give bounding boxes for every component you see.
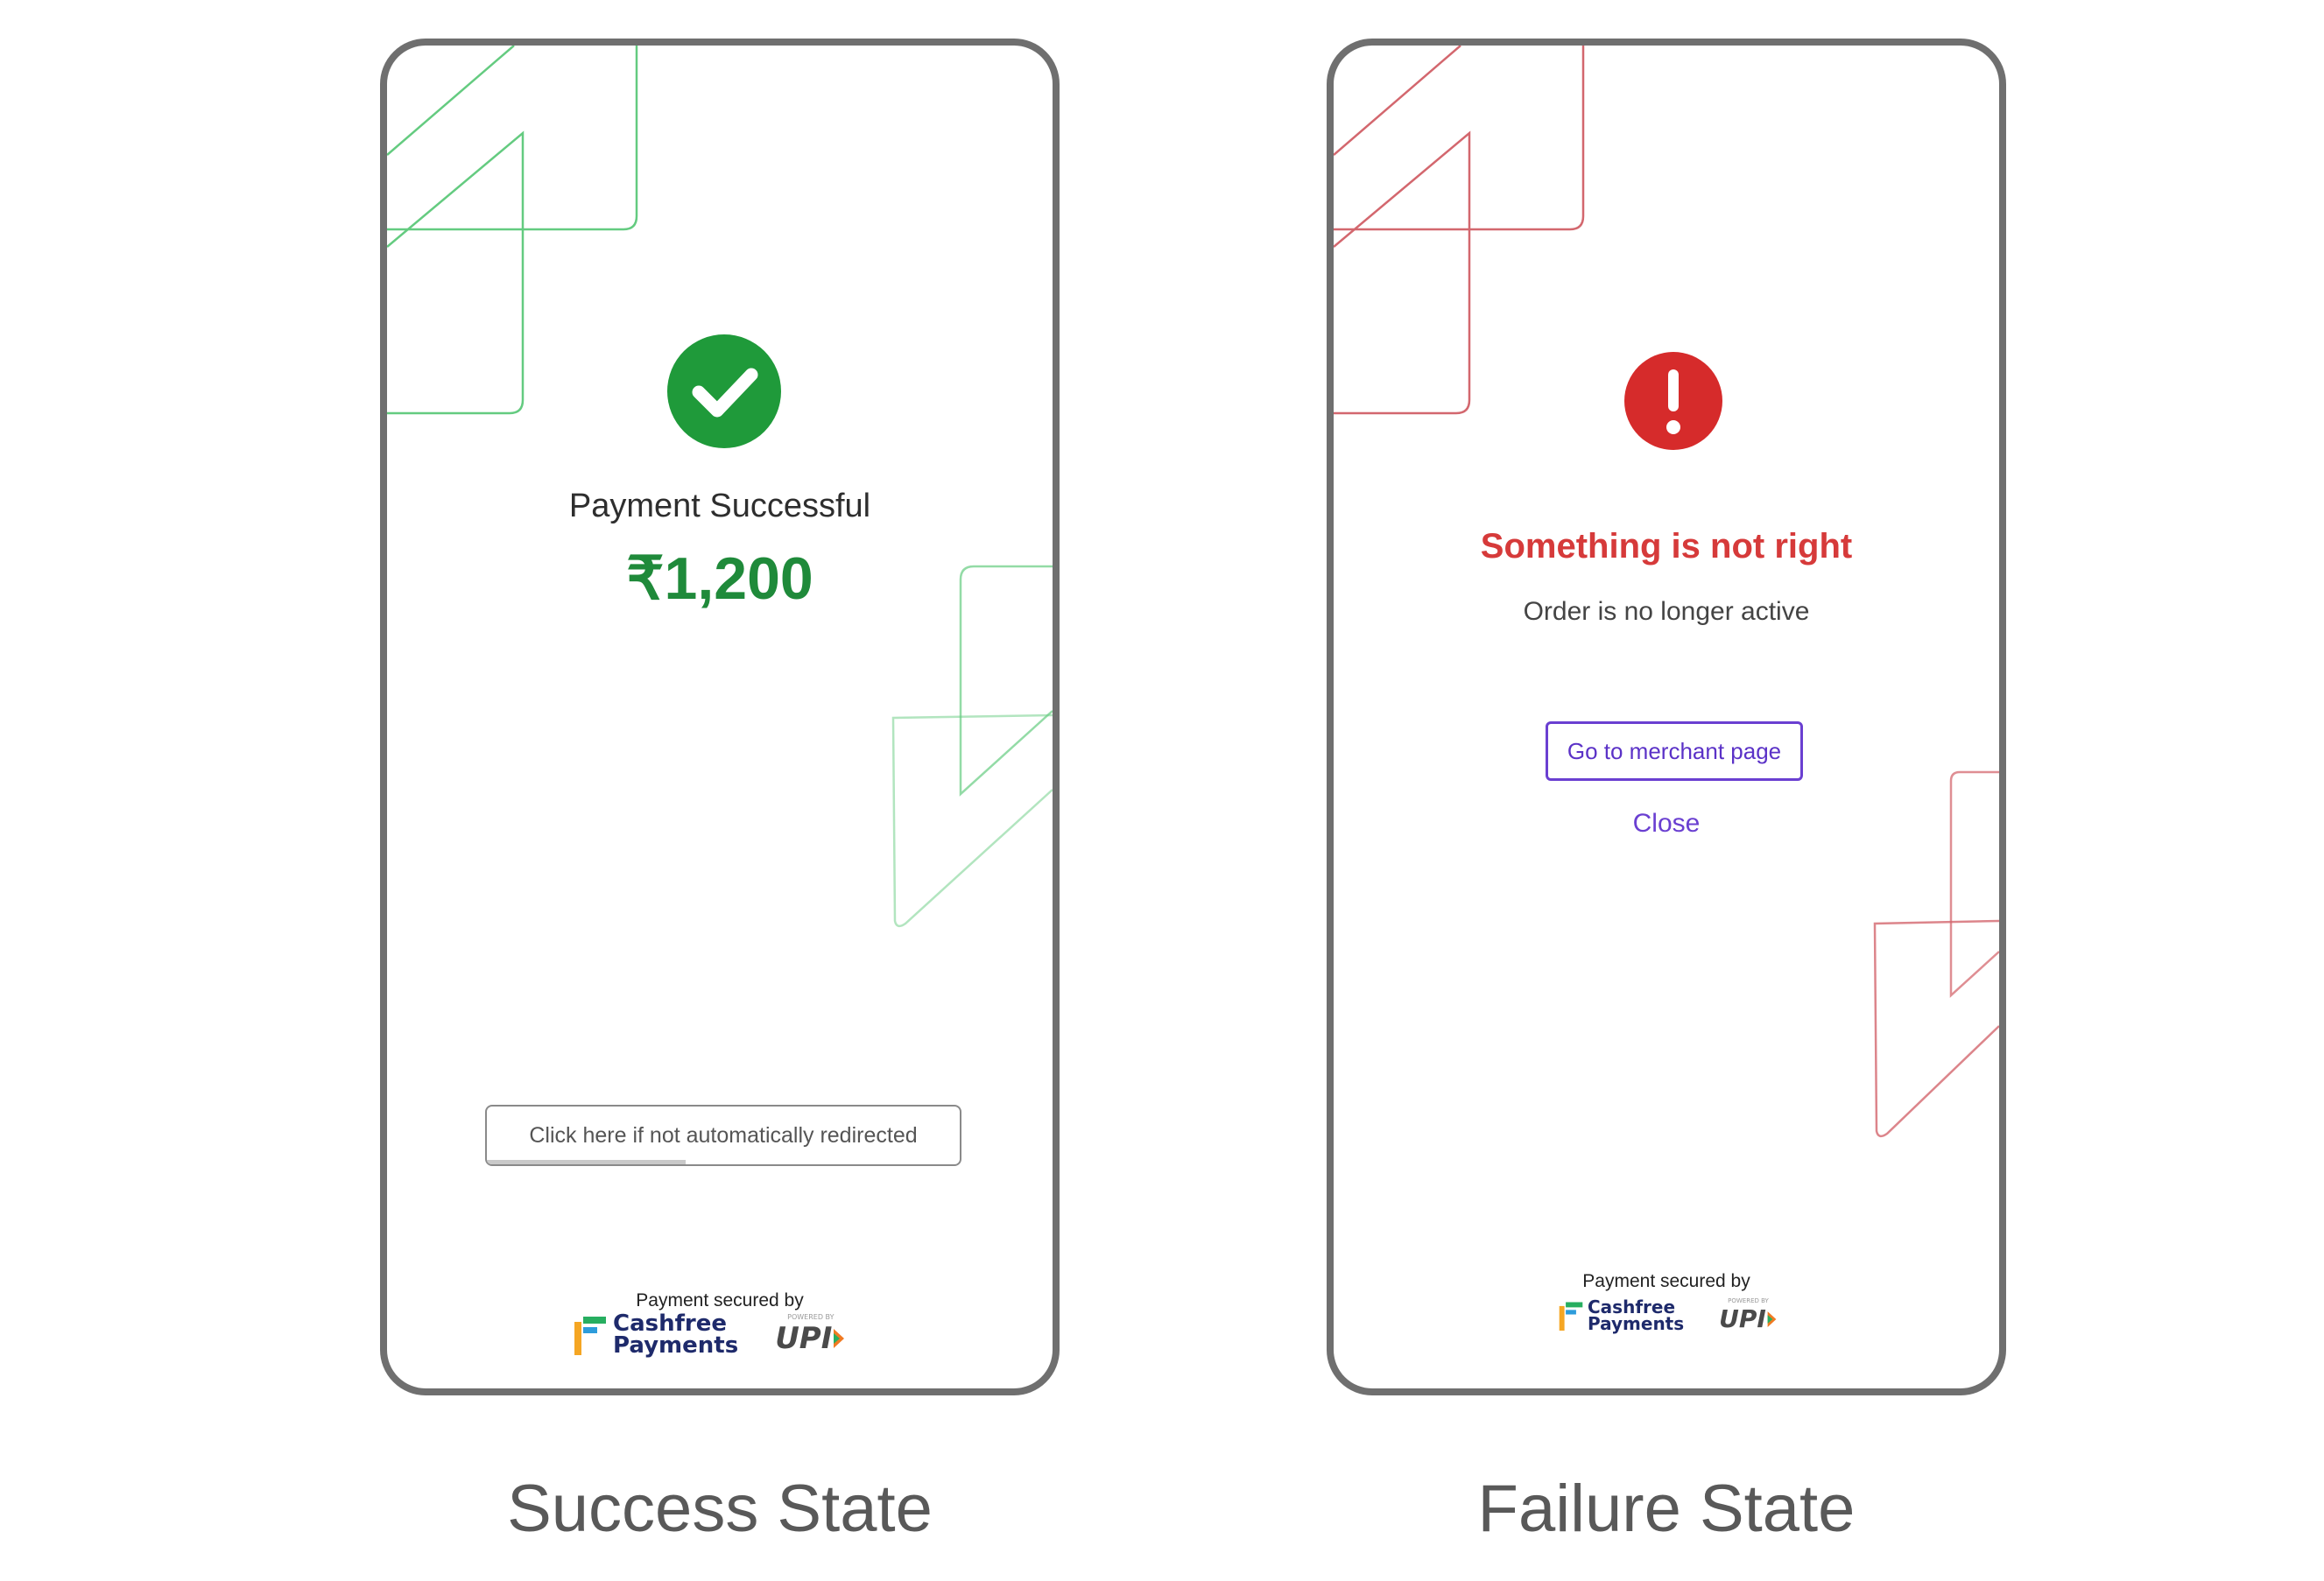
upi-arrow-icon	[1767, 1310, 1777, 1327]
upi-logo: POWERED BY UPI	[1719, 1297, 1778, 1333]
check-circle-icon	[667, 334, 781, 448]
cashfree-wordmark: Cashfree Payments	[613, 1310, 739, 1359]
close-link[interactable]: Close	[1334, 809, 1999, 839]
redirect-button[interactable]: Click here if not automatically redirect…	[485, 1105, 961, 1166]
decorative-lines-green	[387, 46, 1053, 928]
payment-status-title: Payment Successful	[568, 488, 871, 524]
payment-logos: Cashfree Payments POWERED BY UPI	[1558, 1297, 1778, 1333]
success-state-label: Success State	[507, 1472, 933, 1546]
payment-amount: ₹1,200	[626, 545, 813, 612]
error-title: Something is not right	[1480, 527, 1853, 566]
cashfree-wordmark: Cashfree Payments	[1588, 1296, 1685, 1334]
payment-secured-text: Payment secured by	[1582, 1271, 1750, 1291]
exclamation-circle-icon	[1624, 352, 1722, 450]
redirect-progress-bar	[487, 1160, 686, 1164]
upi-arrow-icon	[834, 1329, 845, 1349]
payment-logos: Cashfree Payments POWERED BY UPI	[573, 1310, 846, 1359]
go-to-merchant-button[interactable]: Go to merchant page	[1546, 721, 1803, 781]
go-to-merchant-label: Go to merchant page	[1567, 737, 1782, 764]
failure-state-label: Failure State	[1477, 1472, 1856, 1546]
cashfree-logo-icon	[574, 1316, 606, 1355]
failure-phone-screen: Something is not right Order is no longe…	[1327, 39, 2006, 1395]
upi-logo: POWERED BY UPI	[775, 1313, 846, 1356]
error-subtitle: Order is no longer active	[1523, 597, 1810, 626]
payment-secured-text: Payment secured by	[636, 1290, 804, 1310]
decorative-lines-red	[1334, 46, 1999, 1138]
redirect-button-label: Click here if not automatically redirect…	[529, 1122, 918, 1148]
success-phone-screen: Payment Successful ₹1,200 Click here if …	[380, 39, 1060, 1395]
cashfree-logo-icon	[1559, 1301, 1583, 1331]
